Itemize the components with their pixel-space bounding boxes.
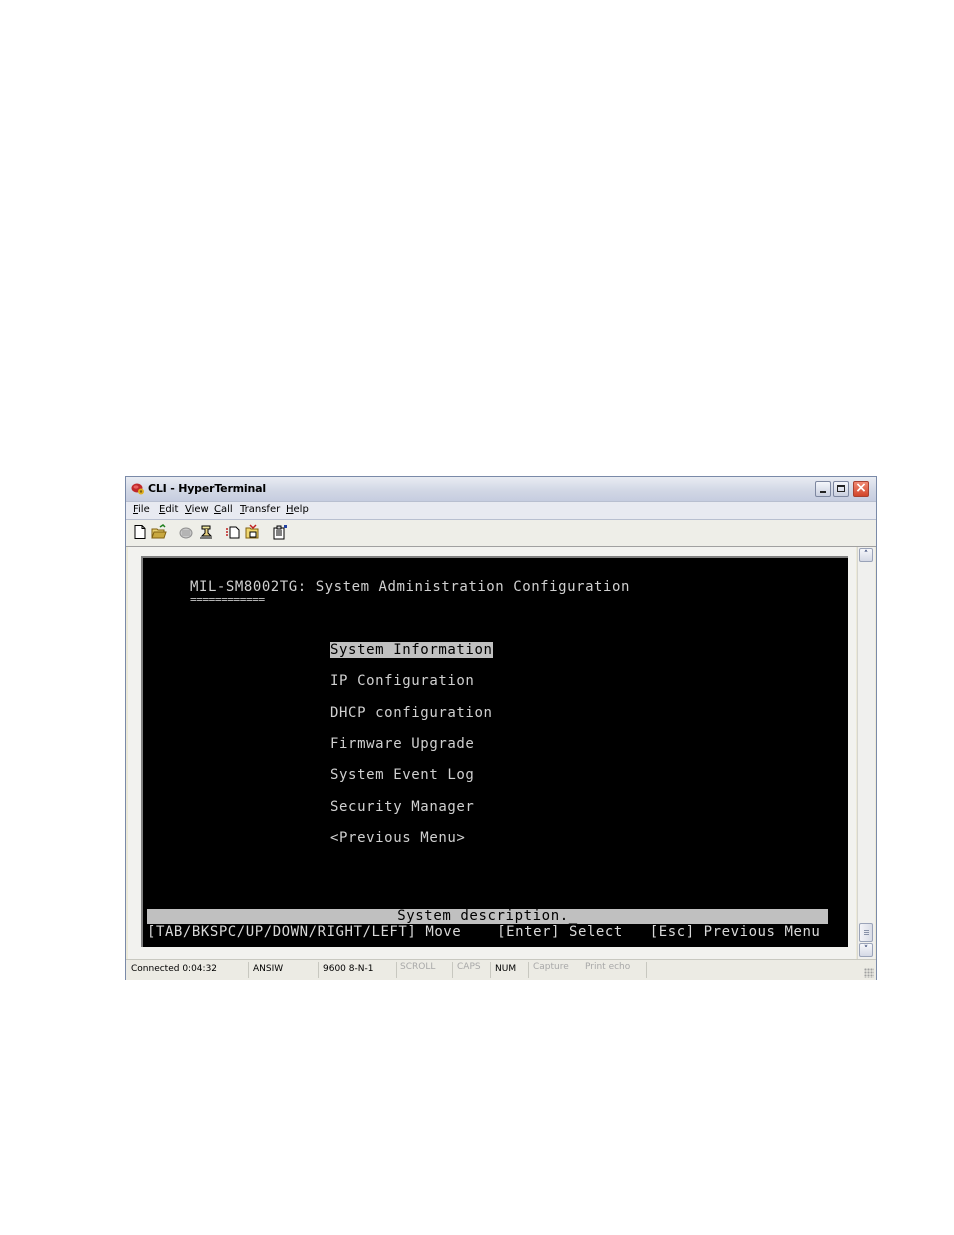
terminal-screen[interactable]: MIL-SM8002TG: System Administration Conf… (141, 556, 848, 947)
grip-line (864, 932, 869, 933)
scroll-up-button[interactable]: ˄ (859, 548, 873, 562)
menu-view-label: iew (191, 504, 209, 515)
status-divider (248, 962, 249, 978)
status-divider (318, 962, 319, 978)
properties-icon[interactable] (272, 524, 288, 540)
maximize-button[interactable] (833, 481, 849, 497)
description-text: System description._ (397, 908, 578, 924)
status-connected-time: Connected 0:04:32 (131, 964, 218, 974)
menu-entry-security-manager[interactable]: Security Manager (330, 799, 474, 815)
menu-entry-ip-configuration[interactable]: IP Configuration (330, 673, 474, 689)
receive-icon[interactable] (244, 524, 260, 540)
status-capture: Capture (533, 962, 569, 972)
chevron-up-icon: ˄ (863, 550, 869, 560)
close-icon: × (855, 480, 867, 496)
status-print-echo: Print echo (585, 962, 631, 972)
menu-file-label: ile (138, 504, 150, 515)
menu-call[interactable]: Call (214, 504, 233, 515)
hyperterminal-app-icon (131, 483, 144, 495)
maximize-icon (837, 485, 845, 492)
toolbar (126, 520, 876, 547)
status-divider (528, 962, 529, 978)
menu-entry-dhcp-configuration[interactable]: DHCP configuration (330, 705, 493, 721)
disconnect-icon[interactable] (198, 524, 214, 540)
terminal-client-area: MIL-SM8002TG: System Administration Conf… (128, 547, 856, 959)
title-bar[interactable]: CLI - HyperTerminal × (126, 477, 876, 502)
status-emulation: ANSIW (253, 964, 284, 974)
status-bar: Connected 0:04:32 ANSIW 9600 8-N-1 SCROL… (126, 959, 876, 980)
grip-line (864, 930, 869, 931)
status-divider (396, 962, 397, 978)
menu-entry-previous-menu[interactable]: <Previous Menu> (330, 830, 465, 846)
menu-entry-system-event-log[interactable]: System Event Log (330, 767, 474, 783)
menu-entry-firmware-upgrade[interactable]: Firmware Upgrade (330, 736, 474, 752)
status-num: NUM (495, 964, 517, 974)
status-divider (646, 962, 647, 978)
menu-file[interactable]: File (133, 504, 150, 515)
terminal-heading-underline: ============ (190, 593, 265, 606)
menu-help-accel: H (286, 504, 294, 515)
menu-entry-system-information[interactable]: System Information (330, 642, 493, 658)
send-icon[interactable] (225, 524, 241, 540)
hyperterminal-window: CLI - HyperTerminal × File Edit View Cal… (125, 476, 877, 980)
status-divider (490, 962, 491, 978)
menu-bar: File Edit View Call Transfer Help (126, 502, 876, 520)
menu-transfer[interactable]: Transfer (240, 504, 280, 515)
status-port-settings: 9600 8-N-1 (323, 964, 374, 974)
call-icon[interactable] (178, 524, 194, 540)
menu-view[interactable]: View (185, 504, 209, 515)
menu-view-accel: V (185, 504, 192, 515)
menu-help-label: elp (293, 504, 309, 515)
menu-edit[interactable]: Edit (159, 504, 178, 515)
menu-call-accel: C (214, 504, 221, 515)
open-icon[interactable] (151, 524, 167, 540)
description-bar: System description._ (147, 909, 828, 924)
minimize-button[interactable] (815, 481, 831, 497)
menu-edit-label: dit (165, 504, 179, 515)
resize-grip-icon[interactable] (864, 968, 874, 978)
status-scroll: SCROLL (400, 962, 436, 972)
status-divider (452, 962, 453, 978)
chevron-down-icon: ˅ (863, 945, 869, 955)
new-icon[interactable] (132, 524, 148, 540)
grip-line (864, 934, 869, 935)
scroll-down-button[interactable]: ˅ (859, 943, 873, 957)
vertical-scrollbar[interactable]: ˄ ˅ (857, 547, 875, 959)
scroll-thumb[interactable] (859, 923, 873, 942)
minimize-icon (820, 491, 826, 493)
menu-help[interactable]: Help (286, 504, 309, 515)
menu-transfer-label: ransfer (244, 504, 281, 515)
window-title: CLI - HyperTerminal (148, 482, 266, 495)
status-caps: CAPS (457, 962, 481, 972)
menu-call-label: all (220, 504, 233, 515)
close-button[interactable]: × (853, 480, 869, 497)
key-help-line: [TAB/BKSPC/UP/DOWN/RIGHT/LEFT] Move [Ent… (147, 924, 821, 940)
